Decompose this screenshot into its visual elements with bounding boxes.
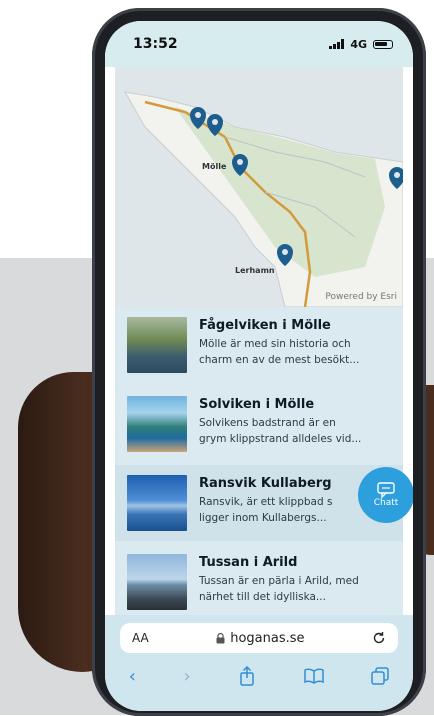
share-icon[interactable] xyxy=(238,666,256,686)
place-description-line2: grym klippstrand alldeles vid... xyxy=(199,433,362,445)
place-description-line1: Mölle är med sin historia och xyxy=(199,338,351,350)
address-bar[interactable]: AA hoganas.se xyxy=(120,623,398,653)
place-title: Solviken i Mölle xyxy=(199,397,315,412)
chat-label: Chatt xyxy=(373,498,399,508)
place-thumbnail xyxy=(127,554,187,610)
tabs-icon[interactable] xyxy=(371,667,389,685)
network-label: 4G xyxy=(350,37,367,51)
reload-icon[interactable] xyxy=(372,631,386,645)
lock-icon xyxy=(216,632,225,643)
back-icon[interactable]: ‹ xyxy=(129,666,136,687)
status-time: 13:52 xyxy=(133,36,178,52)
list-item[interactable]: Fågelviken i Mölle Mölle är med sin hist… xyxy=(115,307,403,383)
place-description-line1: Tussan är en pärla i Arild, med xyxy=(199,575,359,587)
phone-frame: 13:52 4G Mölle Lerhamn Powered by Esri F… xyxy=(92,8,426,716)
phone-screen: 13:52 4G Mölle Lerhamn Powered by Esri F… xyxy=(105,21,413,711)
forward-icon[interactable]: › xyxy=(183,666,190,687)
place-title: Fågelviken i Mölle xyxy=(199,318,331,333)
bookmarks-icon[interactable] xyxy=(303,668,324,684)
map-attribution: Powered by Esri xyxy=(325,292,397,302)
map-label-lerhamn: Lerhamn xyxy=(235,266,275,275)
map-view[interactable]: Mölle Lerhamn Powered by Esri xyxy=(115,67,403,307)
list-item[interactable]: Solviken i Mölle Solvikens badstrand är … xyxy=(115,386,403,462)
chat-button[interactable]: Chatt xyxy=(358,467,413,523)
place-description-line2: närhet till det idylliska... xyxy=(199,591,326,603)
browser-bar: AA hoganas.se ‹ › xyxy=(105,615,413,711)
status-bar: 13:52 4G xyxy=(105,21,413,67)
place-description-line1: Solvikens badstrand är en xyxy=(199,417,336,429)
place-description-line2: ligger inom Kullabergs... xyxy=(199,512,327,524)
place-description-line2: charm en av de mest besökt... xyxy=(199,354,360,366)
battery-icon xyxy=(373,39,393,49)
map-label-molle: Mölle xyxy=(202,162,227,171)
status-indicators: 4G xyxy=(329,38,393,51)
place-thumbnail xyxy=(127,396,187,452)
signal-icon xyxy=(329,39,345,49)
text-size-button[interactable]: AA xyxy=(132,631,149,645)
url-text: hoganas.se xyxy=(230,630,305,646)
list-item[interactable]: Tussan i Arild Tussan är en pärla i Aril… xyxy=(115,544,403,620)
place-thumbnail xyxy=(127,317,187,373)
browser-toolbar: ‹ › xyxy=(105,661,413,691)
place-thumbnail xyxy=(127,475,187,531)
place-title: Tussan i Arild xyxy=(199,555,298,570)
chat-bubble-icon xyxy=(377,482,395,498)
